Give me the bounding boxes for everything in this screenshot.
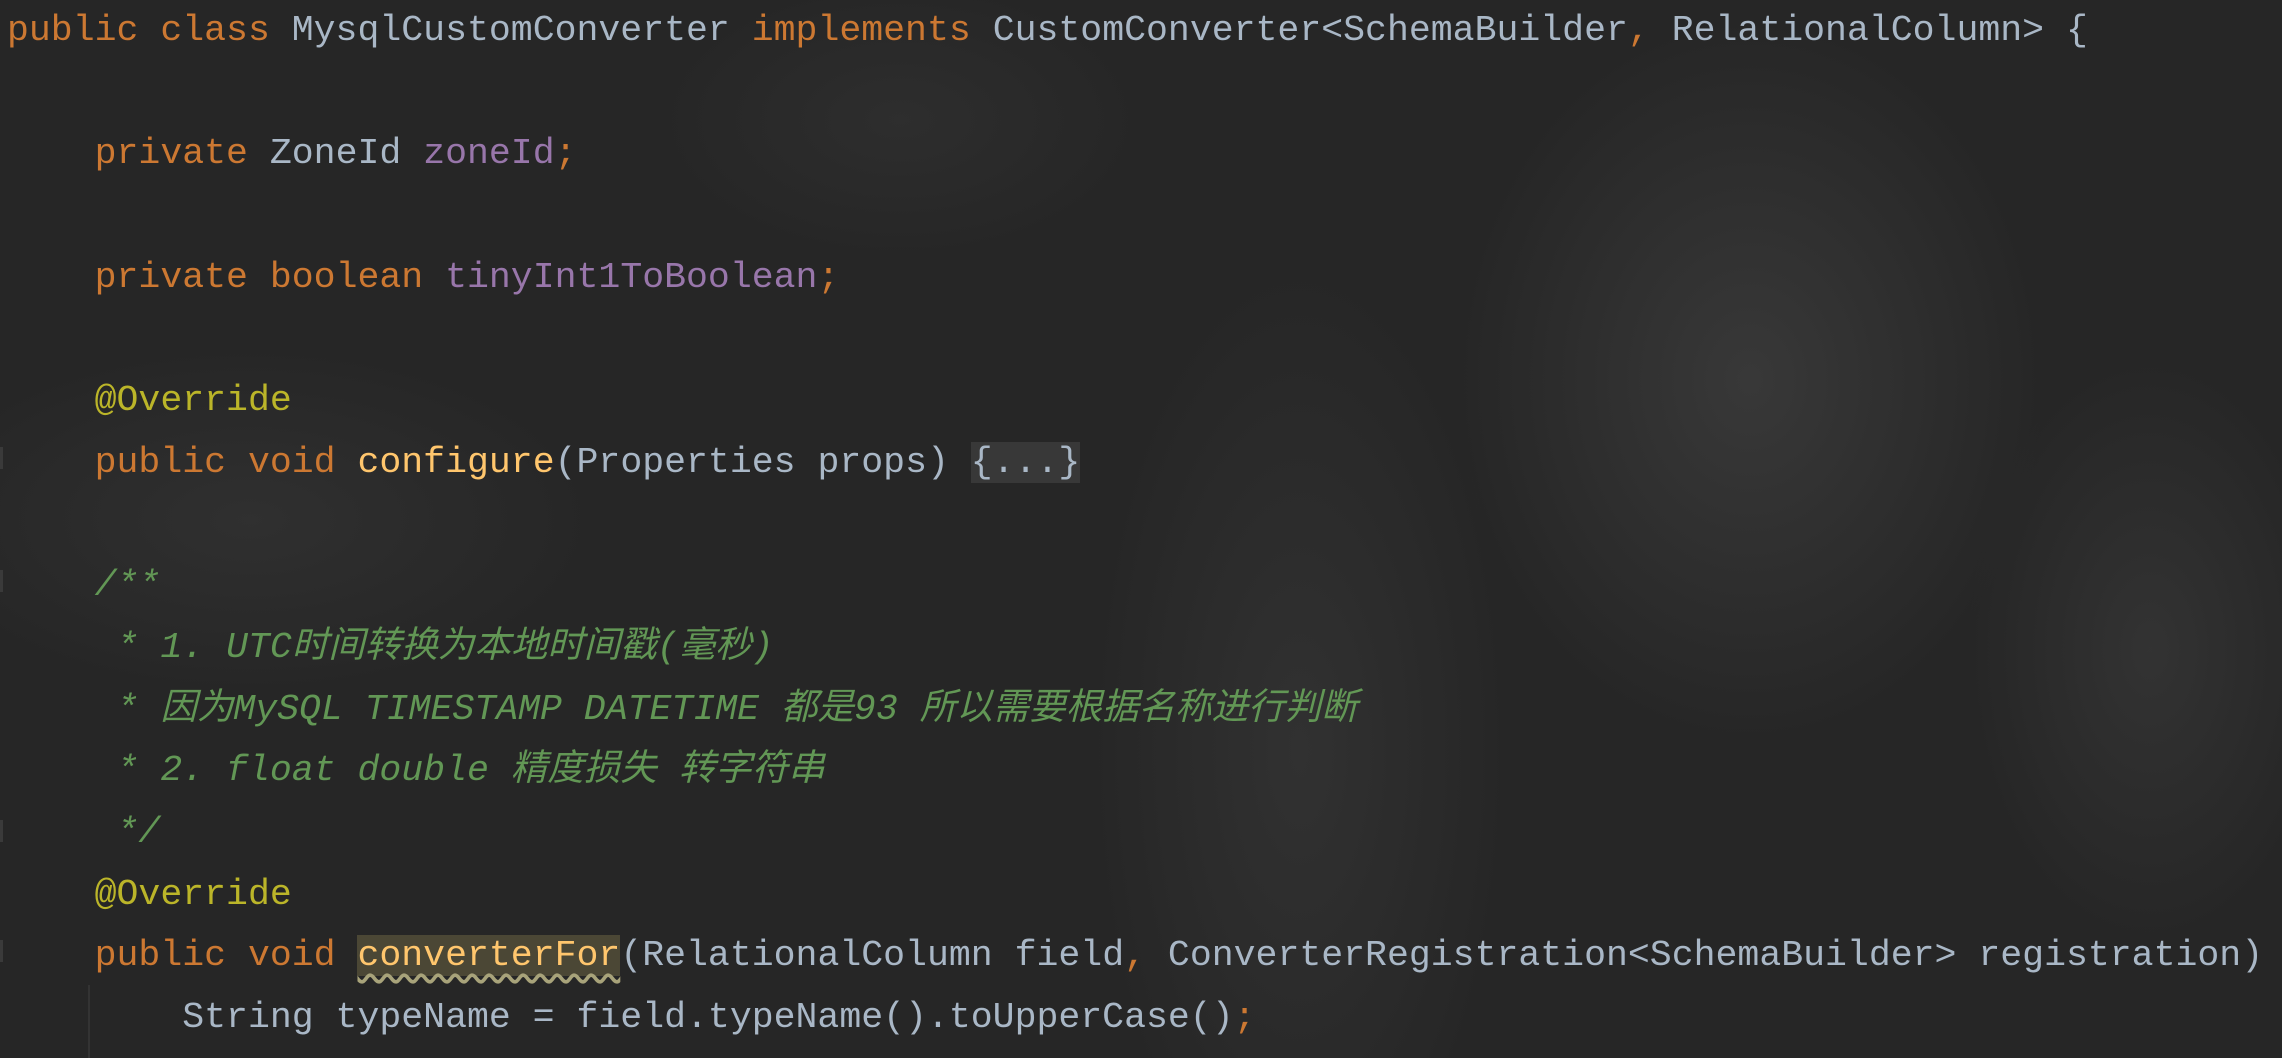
code-token: (RelationalColumn field — [620, 935, 1125, 977]
code-token: , — [1124, 935, 1168, 977]
code-line[interactable]: public void converterFor(RelationalColum… — [7, 925, 2263, 987]
code-token: /** — [94, 565, 161, 607]
code-token: String typeName = field.typeName().toUpp… — [7, 997, 1234, 1038]
fold-marker[interactable] — [0, 940, 3, 962]
code-token: MysqlCustomConverter — [291, 10, 752, 51]
code-token: public void — [94, 441, 358, 483]
code-editor[interactable]: public class MysqlCustomConverter implem… — [7, 0, 2263, 1049]
code-token: public class — [7, 10, 292, 51]
code-token: configure — [357, 441, 555, 483]
code-token: * 1. UTC时间转换为本地时间戳(毫秒) — [94, 626, 774, 668]
code-line[interactable]: * 2. float double 精度损失 转字符串 — [7, 740, 2263, 802]
code-line[interactable]: public class MysqlCustomConverter implem… — [7, 0, 2263, 62]
folded-code-block[interactable]: {...} — [970, 441, 1081, 483]
code-line[interactable]: String typeName = field.typeName().toUpp… — [7, 987, 2263, 1049]
code-token: , — [1627, 10, 1672, 51]
code-line[interactable]: private boolean tinyInt1ToBoolean; — [7, 247, 2263, 309]
code-token: ConverterRegistration<SchemaBuilder> reg… — [1167, 935, 2264, 977]
code-line[interactable] — [7, 62, 2263, 124]
code-token: */ — [94, 811, 161, 853]
code-line[interactable]: * 因为MySQL TIMESTAMP DATETIME 都是93 所以需要根据… — [7, 679, 2263, 741]
code-token: implements — [751, 10, 993, 51]
fold-marker[interactable] — [0, 447, 3, 469]
code-line[interactable]: private ZoneId zoneId; — [7, 123, 2263, 185]
code-token: * 2. float double 精度损失 转字符串 — [94, 750, 825, 792]
code-line[interactable]: @Override — [7, 370, 2263, 432]
fold-marker[interactable] — [0, 820, 3, 842]
code-token: ; — [1233, 997, 1256, 1038]
code-line[interactable] — [7, 308, 2263, 370]
code-token: ; — [554, 133, 577, 175]
code-token: tinyInt1ToBoolean — [445, 256, 818, 298]
code-line[interactable] — [7, 185, 2263, 247]
code-line[interactable]: @Override — [7, 864, 2263, 926]
code-token: ; — [817, 256, 840, 298]
code-token: (Properties props) — [554, 441, 971, 483]
code-token: public void — [94, 935, 358, 977]
code-token: CustomConverter<SchemaBuilder — [992, 10, 1628, 51]
code-token: @Override — [94, 380, 292, 422]
code-token: zoneId — [423, 133, 555, 175]
code-token: * 因为MySQL TIMESTAMP DATETIME 都是93 所以需要根据… — [94, 688, 1358, 730]
code-line[interactable]: /** — [7, 555, 2263, 617]
fold-marker[interactable] — [0, 570, 3, 592]
code-line[interactable] — [7, 494, 2263, 556]
code-token: private — [94, 133, 270, 175]
code-token: RelationalColumn> { — [1671, 10, 2088, 51]
code-token: converterFor — [357, 935, 621, 977]
code-token: ZoneId — [269, 133, 424, 175]
code-line[interactable]: * 1. UTC时间转换为本地时间戳(毫秒) — [7, 617, 2263, 679]
code-line[interactable]: */ — [7, 802, 2263, 864]
code-token: @Override — [94, 873, 292, 915]
code-token: private boolean — [94, 256, 446, 298]
code-line[interactable]: public void configure(Properties props) … — [7, 432, 2263, 494]
